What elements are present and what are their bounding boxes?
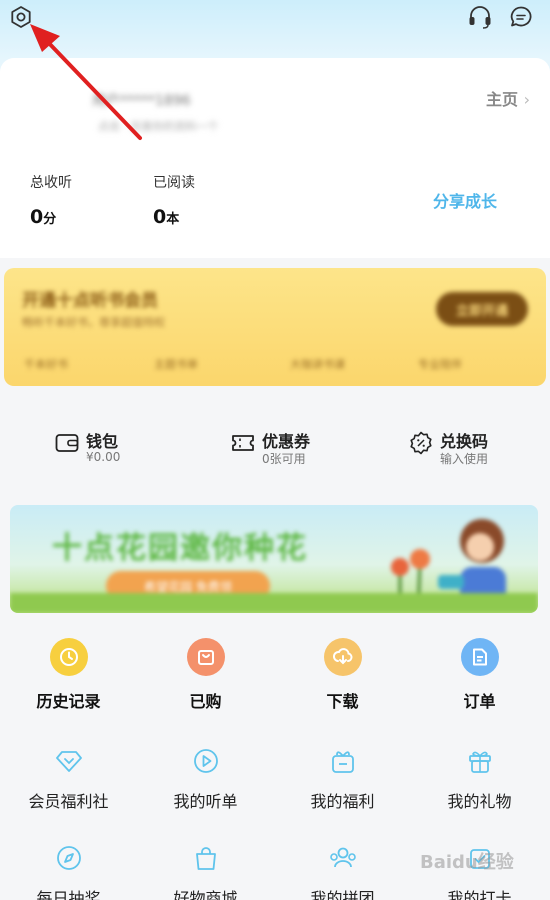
chevron-right-icon: ›: [523, 90, 530, 109]
vip-banner[interactable]: 开通十点听书会员 畅听千本好书，尊享超值特权 立即开通 千本好书 主题书单 大咖…: [4, 268, 546, 386]
homepage-label: 主页: [486, 90, 519, 109]
vip-title: 开通十点听书会员: [22, 291, 158, 311]
homepage-link[interactable]: 主页 ›: [486, 86, 530, 110]
wallet-balance: ¥0.00: [86, 450, 121, 464]
my-benefits-button[interactable]: 我的福利: [274, 746, 411, 812]
diamond-icon: [54, 746, 84, 776]
download-label: 下载: [326, 692, 359, 711]
group-icon: [328, 843, 358, 873]
my-benefits-label: 我的福利: [310, 792, 375, 811]
history-label: 历史记录: [36, 692, 101, 711]
stat-read[interactable]: 已阅读 0本: [153, 172, 195, 228]
purchased-button[interactable]: 已购: [137, 638, 274, 712]
wallet-button[interactable]: 钱包 ¥0.00: [54, 428, 164, 468]
wallet-title: 钱包: [86, 432, 119, 451]
vip-subtitle: 畅听千本好书，尊享超值特权: [22, 316, 165, 329]
checkin-label: 我的打卡: [447, 889, 512, 900]
clock-icon: [49, 638, 88, 676]
promo-banner[interactable]: 十点花园邀你种花 希望花园 免费领: [10, 505, 538, 613]
my-playlist-label: 我的听单: [173, 792, 238, 811]
download-button[interactable]: 下载: [274, 638, 411, 712]
vip-perk: 专业陪伴: [418, 358, 462, 371]
member-welfare-label: 会员福利社: [28, 792, 109, 811]
profile-hint: 点击 · 完善你的资料一个: [98, 120, 219, 133]
coupon-count: 0张可用: [262, 452, 306, 466]
watermark: Baidu经验: [420, 852, 514, 873]
stat-label: 已阅读: [153, 175, 195, 191]
redeem-hint: 输入使用: [440, 452, 489, 466]
shop-label: 好物商城: [173, 889, 238, 900]
stat-label: 总收听: [30, 175, 72, 191]
vip-perk: 千本好书: [24, 358, 68, 371]
redeem-title: 兑换码: [440, 432, 489, 451]
redeem-code-button[interactable]: 兑换码 输入使用: [408, 428, 528, 468]
daily-lottery-label: 每日抽奖: [36, 889, 101, 900]
my-gifts-button[interactable]: 我的礼物: [411, 746, 548, 812]
stat-value: 0本: [153, 206, 180, 228]
present-icon: [465, 746, 495, 776]
stat-total-listen[interactable]: 总收听 0分: [30, 172, 72, 228]
share-growth-button[interactable]: 分享成长: [433, 188, 497, 212]
top-bar: [0, 0, 550, 36]
my-gifts-label: 我的礼物: [447, 792, 512, 811]
vip-perk: 大咖讲书课: [290, 358, 345, 371]
wallet-row: 钱包 ¥0.00 优惠券 0张可用 兑换码 输入使用: [0, 400, 550, 480]
coupon-title: 优惠券: [262, 432, 311, 451]
username[interactable]: 用户*****1896: [92, 90, 191, 110]
play-icon: [191, 746, 221, 776]
message-icon[interactable]: [508, 4, 534, 30]
orders-label: 订单: [463, 692, 496, 711]
purchased-label: 已购: [189, 692, 222, 711]
grass: [10, 593, 538, 613]
promo-title: 十点花园邀你种花: [52, 531, 308, 566]
vip-perk: 主题书单: [154, 358, 198, 371]
document-icon: [460, 638, 499, 676]
profile-card: 用户*****1896 点击 · 完善你的资料一个 主页 › 总收听 0分 已阅…: [0, 58, 550, 258]
history-button[interactable]: 历史记录: [0, 638, 137, 712]
redeem-icon: [408, 430, 434, 456]
bag-icon: [186, 638, 225, 676]
member-welfare-button[interactable]: 会员福利社: [0, 746, 137, 812]
stat-value: 0分: [30, 206, 57, 228]
group-buy-button[interactable]: 我的拼团: [274, 843, 411, 900]
orders-button[interactable]: 订单: [411, 638, 548, 712]
wallet-icon: [54, 430, 80, 456]
vip-open-button[interactable]: 立即开通: [436, 292, 528, 326]
gift-box-icon: [328, 746, 358, 776]
settings-icon[interactable]: [8, 4, 34, 30]
daily-lottery-button[interactable]: 每日抽奖: [0, 843, 137, 900]
shopping-bag-icon: [191, 843, 221, 873]
compass-icon: [54, 843, 84, 873]
coupon-button[interactable]: 优惠券 0张可用: [230, 428, 350, 468]
headset-icon[interactable]: [466, 3, 494, 31]
my-playlist-button[interactable]: 我的听单: [137, 746, 274, 812]
coupon-icon: [230, 430, 256, 456]
download-icon: [323, 638, 362, 676]
shop-button[interactable]: 好物商城: [137, 843, 274, 900]
group-buy-label: 我的拼团: [310, 889, 375, 900]
